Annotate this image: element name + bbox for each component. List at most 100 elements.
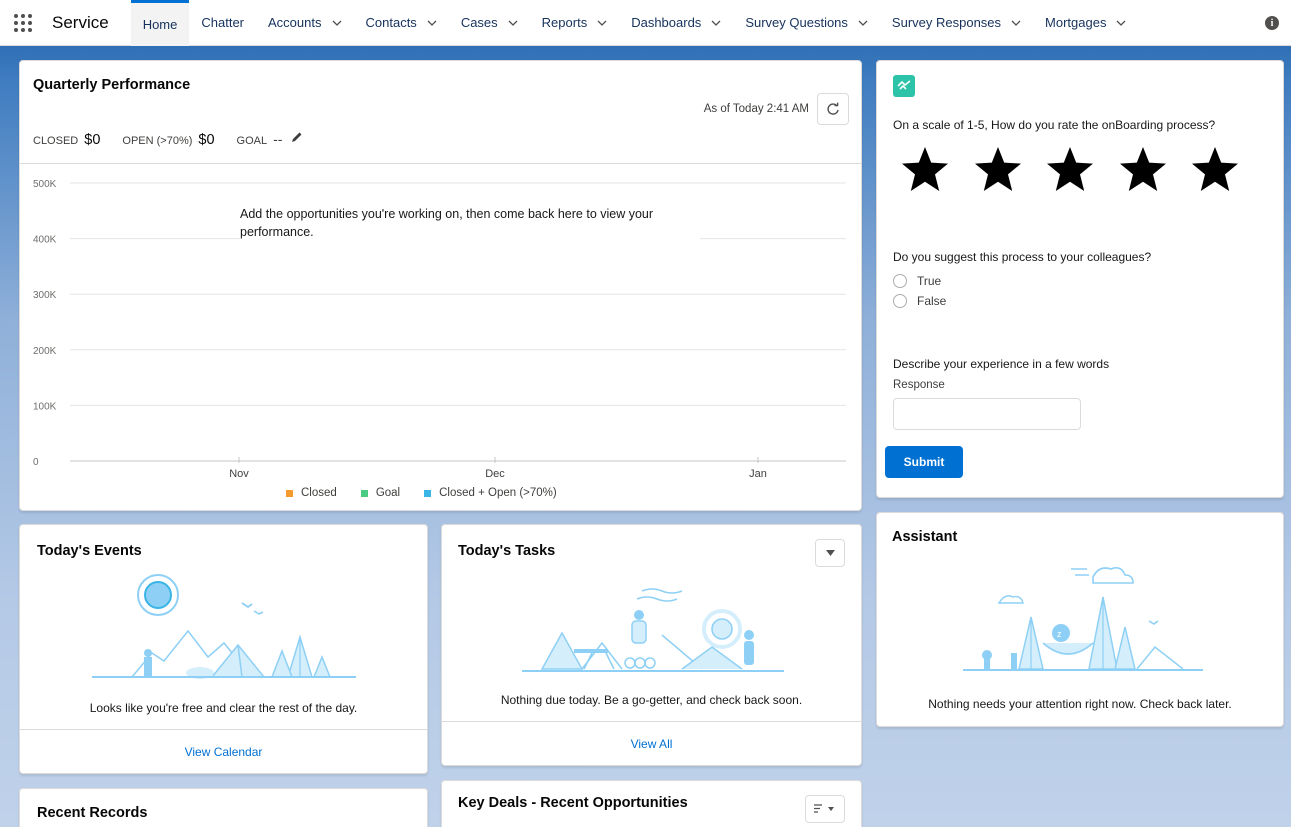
nav-tabs: Home Chatter Accounts Contacts Cases Reports D…	[130, 0, 1139, 46]
view-calendar-link[interactable]: View Calendar	[20, 729, 427, 775]
legend-swatch	[424, 489, 432, 497]
suggest-question: Do you suggest this process to your coll…	[893, 250, 1152, 264]
legend-label: Closed	[301, 487, 337, 499]
chevron-down-icon[interactable]	[1011, 18, 1021, 28]
nav-tab-label: Mortgages	[1045, 15, 1107, 30]
star-icon[interactable]	[974, 145, 1022, 193]
describe-question: Describe your experience in a few words	[893, 357, 1110, 371]
events-title: Today's Events	[37, 543, 142, 559]
goal-label: GOAL	[236, 135, 268, 147]
x-tick-label: Nov	[229, 468, 249, 480]
y-tick-label: 0	[33, 457, 39, 468]
svg-text:z: z	[1057, 629, 1062, 639]
radio-false[interactable]: False	[893, 294, 946, 308]
refresh-button[interactable]	[817, 93, 849, 125]
x-tick-label: Jan	[749, 468, 767, 480]
as-of-timestamp: As of Today 2:41 AM	[703, 103, 809, 115]
rating-question: On a scale of 1-5, How do you rate the o…	[893, 118, 1216, 132]
key-deals-filter-button[interactable]	[805, 795, 845, 823]
nav-tab-label: Reports	[541, 15, 588, 30]
chevron-down-icon[interactable]	[427, 18, 437, 28]
chevron-down-icon[interactable]	[508, 18, 518, 28]
legend-label: Goal	[375, 487, 401, 499]
radio-circle	[893, 294, 907, 308]
y-tick-label: 300K	[33, 290, 57, 301]
y-tick-label: 500K	[33, 179, 57, 190]
nav-tab-survey-responses[interactable]: Survey Responses	[880, 0, 1033, 46]
nav-tab-reports[interactable]: Reports	[530, 0, 620, 46]
nav-tab-dashboards[interactable]: Dashboards	[619, 0, 733, 46]
caret-down-icon	[825, 550, 835, 556]
events-illustration	[92, 573, 356, 683]
performance-stats: CLOSED $0 OPEN (>70%) $0 GOAL --	[33, 131, 303, 148]
assistant-empty-message: Nothing needs your attention right now. …	[928, 697, 1232, 711]
star-icon[interactable]	[1046, 145, 1094, 193]
chevron-down-icon[interactable]	[332, 18, 342, 28]
pencil-icon	[292, 132, 302, 142]
key-deals-card: Key Deals - Recent Opportunities	[441, 780, 862, 827]
top-navigation: Service Home Chatter Accounts Contacts Cases…	[0, 0, 1291, 46]
quarterly-performance-title: Quarterly Performance	[33, 77, 191, 93]
tasks-title: Today's Tasks	[458, 543, 556, 559]
star-icon[interactable]	[1119, 145, 1167, 193]
nav-tab-contacts[interactable]: Contacts	[354, 0, 449, 46]
survey-icon	[893, 75, 915, 97]
response-label: Response	[893, 379, 945, 391]
assistant-title: Assistant	[892, 529, 958, 545]
tasks-illustration	[522, 585, 784, 675]
nav-tab-label: Dashboards	[631, 15, 702, 30]
y-tick-label: 100K	[33, 401, 57, 412]
star-icon[interactable]	[901, 145, 949, 193]
chevron-down-icon[interactable]	[858, 18, 868, 28]
todays-events-card: Today's Events Looks like you're free an…	[19, 524, 428, 774]
survey-card: On a scale of 1-5, How do you rate the o…	[876, 60, 1284, 498]
recent-records-title: Recent Records	[37, 805, 148, 821]
nav-tab-label: Survey Responses	[891, 15, 1002, 30]
nav-tab-label: Accounts	[268, 15, 322, 30]
view-all-link[interactable]: View All	[442, 721, 861, 767]
sort-icon	[814, 804, 834, 813]
nav-tab-label: Cases	[460, 15, 498, 30]
legend-swatch	[360, 489, 368, 497]
nav-tab-label: Home	[142, 16, 178, 32]
open-value: $0	[198, 132, 215, 148]
radio-circle	[893, 274, 907, 288]
chevron-down-icon[interactable]	[1116, 18, 1126, 28]
chevron-down-icon[interactable]	[597, 18, 607, 28]
divider	[20, 163, 861, 164]
refresh-icon	[827, 102, 839, 115]
nav-tab-mortgages[interactable]: Mortgages	[1033, 0, 1138, 46]
nav-tab-accounts[interactable]: Accounts	[256, 0, 353, 46]
star-rating	[901, 145, 1264, 193]
tasks-dropdown-button[interactable]	[815, 539, 845, 567]
info-icon[interactable]: i	[1265, 16, 1279, 30]
legend-item: Goal	[360, 487, 401, 499]
nav-tab-label: Contacts	[365, 15, 417, 30]
radio-false-label: False	[917, 294, 947, 308]
assistant-card: Assistant z Nothing needs your attention…	[876, 512, 1284, 727]
nav-tab-label: Survey Questions	[745, 15, 848, 30]
closed-value: $0	[84, 132, 101, 148]
legend-item: Closed + Open (>70%)	[424, 487, 557, 499]
tasks-empty-message: Nothing due today. Be a go-getter, and c…	[500, 693, 803, 707]
events-empty-message: Looks like you're free and clear the res…	[89, 701, 358, 715]
todays-tasks-card: Today's Tasks Nothing due today. Be a go…	[441, 524, 862, 766]
chart-legend: Closed Goal Closed + Open (>70%)	[286, 487, 581, 499]
app-launcher-button[interactable]	[0, 0, 46, 46]
chevron-down-icon[interactable]	[711, 18, 721, 28]
key-deals-title: Key Deals - Recent Opportunities	[458, 795, 688, 811]
radio-true[interactable]: True	[893, 274, 941, 288]
edit-goal-button[interactable]	[290, 131, 303, 147]
nav-tab-survey-questions[interactable]: Survey Questions	[733, 0, 880, 46]
chart-empty-message: Add the opportunities you're working on,…	[240, 193, 700, 253]
star-icon[interactable]	[1191, 145, 1239, 193]
nav-tab-chatter[interactable]: Chatter	[189, 0, 256, 46]
nav-tab-home[interactable]: Home	[130, 0, 190, 46]
legend-label: Closed + Open (>70%)	[439, 487, 557, 499]
response-input[interactable]	[893, 398, 1081, 430]
submit-button[interactable]: Submit	[885, 446, 963, 478]
legend-item: Closed	[286, 487, 337, 499]
x-tick-label: Dec	[485, 468, 505, 480]
app-name: Service	[52, 12, 109, 32]
nav-tab-cases[interactable]: Cases	[449, 0, 530, 46]
